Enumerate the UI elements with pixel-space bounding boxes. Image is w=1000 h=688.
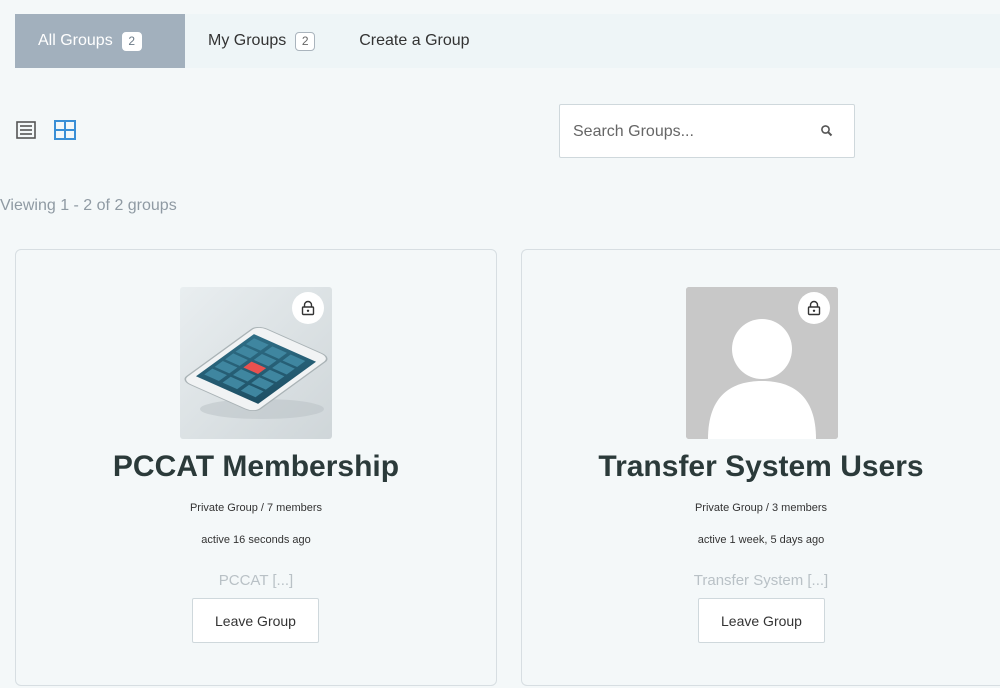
lock-icon (798, 292, 830, 324)
tab-all-groups-count: 2 (121, 31, 142, 51)
group-last-active: active 1 week, 5 days ago (697, 534, 825, 546)
search-icon[interactable] (820, 124, 834, 138)
group-title[interactable]: PCCAT Membership (16, 450, 496, 484)
tab-create-group[interactable]: Create a Group (336, 14, 490, 68)
group-title[interactable]: Transfer System Users (522, 450, 1000, 484)
group-meta: Private Group / 7 members (189, 502, 323, 514)
tab-my-groups-count: 2 (295, 31, 316, 51)
group-meta: Private Group / 3 members (694, 502, 828, 514)
group-last-active: active 16 seconds ago (201, 534, 311, 546)
tab-all-groups-label: All Groups (38, 32, 113, 49)
tab-my-groups[interactable]: My Groups 2 (185, 14, 336, 68)
group-description: PCCAT [...] (218, 572, 294, 589)
search-groups-input[interactable] (573, 121, 793, 143)
lock-icon (292, 292, 324, 324)
group-description: Transfer System [...] (693, 572, 829, 589)
leave-group-button[interactable]: Leave Group (698, 598, 825, 643)
tab-create-group-label: Create a Group (359, 32, 470, 49)
tab-my-groups-label: My Groups (208, 32, 287, 49)
groups-tab-bar: All Groups 2 My Groups 2 Create a Group (15, 14, 1000, 68)
list-view-icon[interactable] (16, 121, 36, 139)
leave-group-button[interactable]: Leave Group (192, 598, 319, 643)
group-card: PCCAT Membership Private Group / 7 membe… (15, 249, 497, 686)
tab-all-groups[interactable]: All Groups 2 (15, 14, 185, 68)
grid-view-icon[interactable] (54, 120, 76, 140)
groups-directory-page: All Groups 2 My Groups 2 Create a Group (0, 0, 1000, 688)
viewing-count-text: Viewing 1 - 2 of 2 groups (0, 197, 177, 214)
group-card: Transfer System Users Private Group / 3 … (521, 249, 1000, 686)
search-groups-box (559, 104, 855, 158)
